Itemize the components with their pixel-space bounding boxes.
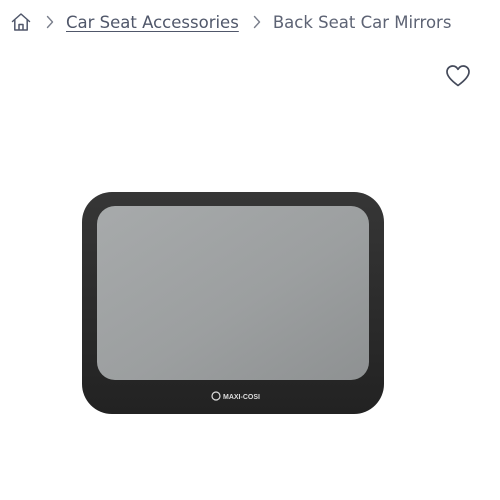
home-icon[interactable] [10,11,32,33]
breadcrumb-current-page: Back Seat Car Mirrors [272,12,452,32]
chevron-right-icon [44,15,56,29]
heart-icon [446,65,470,87]
breadcrumb-link-car-seat-accessories[interactable]: Car Seat Accessories [66,13,239,32]
product-image-back-seat-mirror[interactable]: MAXI-COSI [78,186,390,418]
mirror-glass [97,206,369,380]
product-page: Car Seat Accessories Back Seat Car Mirro… [0,0,500,500]
chevron-right-icon [251,15,263,29]
breadcrumb: Car Seat Accessories Back Seat Car Mirro… [10,8,451,36]
wishlist-button[interactable] [445,64,471,88]
svg-text:MAXI-COSI: MAXI-COSI [223,394,260,401]
